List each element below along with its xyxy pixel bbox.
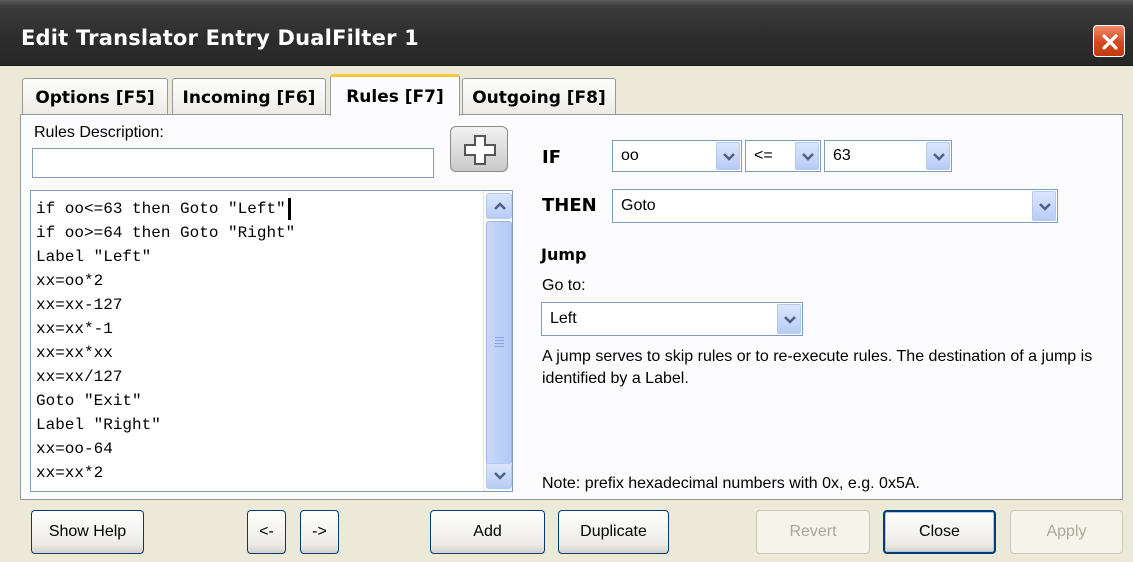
- add-rule-button[interactable]: [450, 126, 508, 172]
- chevron-down-icon: [494, 472, 506, 480]
- dropdown-button[interactable]: [716, 142, 740, 170]
- tab-label: Incoming [F6]: [182, 87, 316, 108]
- rule-line[interactable]: Goto "Exit": [36, 389, 142, 413]
- window-title: Edit Translator Entry DualFilter 1: [21, 26, 419, 50]
- rules-description-input[interactable]: [32, 148, 434, 178]
- tab-outgoing[interactable]: Outgoing [F8]: [462, 78, 616, 116]
- tab-rules[interactable]: Rules [F7]: [330, 74, 460, 116]
- jump-section-title: Jump: [541, 245, 587, 264]
- rules-list[interactable]: if oo<=63 then Goto "Left" if oo>=64 the…: [30, 190, 513, 492]
- dropdown-button[interactable]: [777, 304, 801, 334]
- dropdown-button[interactable]: [795, 142, 819, 170]
- next-button[interactable]: ->: [300, 510, 339, 554]
- add-button[interactable]: Add: [430, 510, 545, 554]
- rule-text: if oo<=63 then Goto "Left": [36, 200, 286, 218]
- duplicate-button[interactable]: Duplicate: [558, 510, 669, 554]
- dropdown-button[interactable]: [926, 142, 950, 170]
- plus-icon: [464, 135, 496, 165]
- chevron-down-icon: [1039, 203, 1051, 211]
- jump-description: A jump serves to skip rules or to re-exe…: [542, 348, 1093, 387]
- then-action-value: Goto: [621, 197, 656, 214]
- then-action-select[interactable]: Goto: [612, 189, 1058, 223]
- scroll-thumb[interactable]: [486, 221, 512, 465]
- tab-label: Rules [F7]: [346, 86, 444, 107]
- tab-incoming[interactable]: Incoming [F6]: [172, 78, 326, 116]
- rule-line[interactable]: xx=xx*xx: [36, 341, 113, 365]
- chevron-down-icon: [723, 153, 735, 161]
- tab-options[interactable]: Options [F5]: [22, 78, 168, 116]
- goto-label: Go to:: [542, 277, 586, 294]
- title-bar[interactable]: Edit Translator Entry DualFilter 1: [0, 0, 1133, 66]
- then-label: THEN: [542, 195, 597, 216]
- rule-line[interactable]: if oo>=64 then Goto "Right": [36, 221, 295, 245]
- text-cursor: [287, 197, 291, 220]
- rule-line[interactable]: xx=oo-64: [36, 437, 113, 461]
- rule-line[interactable]: xx=oo*2: [36, 269, 103, 293]
- show-help-button[interactable]: Show Help: [31, 510, 144, 554]
- tab-label: Outgoing [F8]: [472, 87, 606, 108]
- goto-target-value: Left: [550, 310, 577, 327]
- rule-line[interactable]: if oo<=63 then Goto "Left": [36, 197, 291, 221]
- rule-line[interactable]: Label "Right": [36, 413, 161, 437]
- hex-note: Note: prefix hexadecimal numbers with 0x…: [542, 475, 920, 492]
- rule-line[interactable]: xx=xx-127: [36, 293, 122, 317]
- if-value: 63: [833, 147, 851, 164]
- chevron-down-icon: [933, 153, 945, 161]
- close-window-button[interactable]: [1093, 25, 1125, 57]
- tab-label: Options [F5]: [35, 87, 155, 108]
- rules-list-scrollbar[interactable]: [483, 191, 512, 491]
- chevron-down-icon: [784, 316, 796, 324]
- close-icon: [1102, 34, 1118, 50]
- scroll-down-button[interactable]: [486, 463, 512, 489]
- if-operator-value: <=: [754, 147, 773, 164]
- goto-target-select[interactable]: Left: [541, 302, 803, 336]
- revert-button[interactable]: Revert: [756, 510, 870, 554]
- rule-line[interactable]: xx=xx*2: [36, 461, 103, 485]
- dropdown-button[interactable]: [1032, 191, 1056, 221]
- previous-button[interactable]: <-: [247, 510, 286, 554]
- rule-line[interactable]: Label "Left": [36, 245, 151, 269]
- scroll-up-button[interactable]: [486, 193, 512, 219]
- close-button[interactable]: Close: [883, 510, 996, 554]
- if-label: IF: [542, 147, 561, 168]
- apply-button[interactable]: Apply: [1010, 510, 1123, 554]
- if-variable-value: oo: [621, 147, 639, 164]
- rule-line[interactable]: xx=xx/127: [36, 365, 122, 389]
- rules-description-label: Rules Description:: [34, 124, 164, 141]
- chevron-down-icon: [802, 153, 814, 161]
- if-variable-select[interactable]: oo: [612, 140, 742, 172]
- if-value-select[interactable]: 63: [824, 140, 952, 172]
- chevron-up-icon: [494, 202, 506, 210]
- rule-line[interactable]: xx=xx*-1: [36, 317, 113, 341]
- if-operator-select[interactable]: <=: [745, 140, 821, 172]
